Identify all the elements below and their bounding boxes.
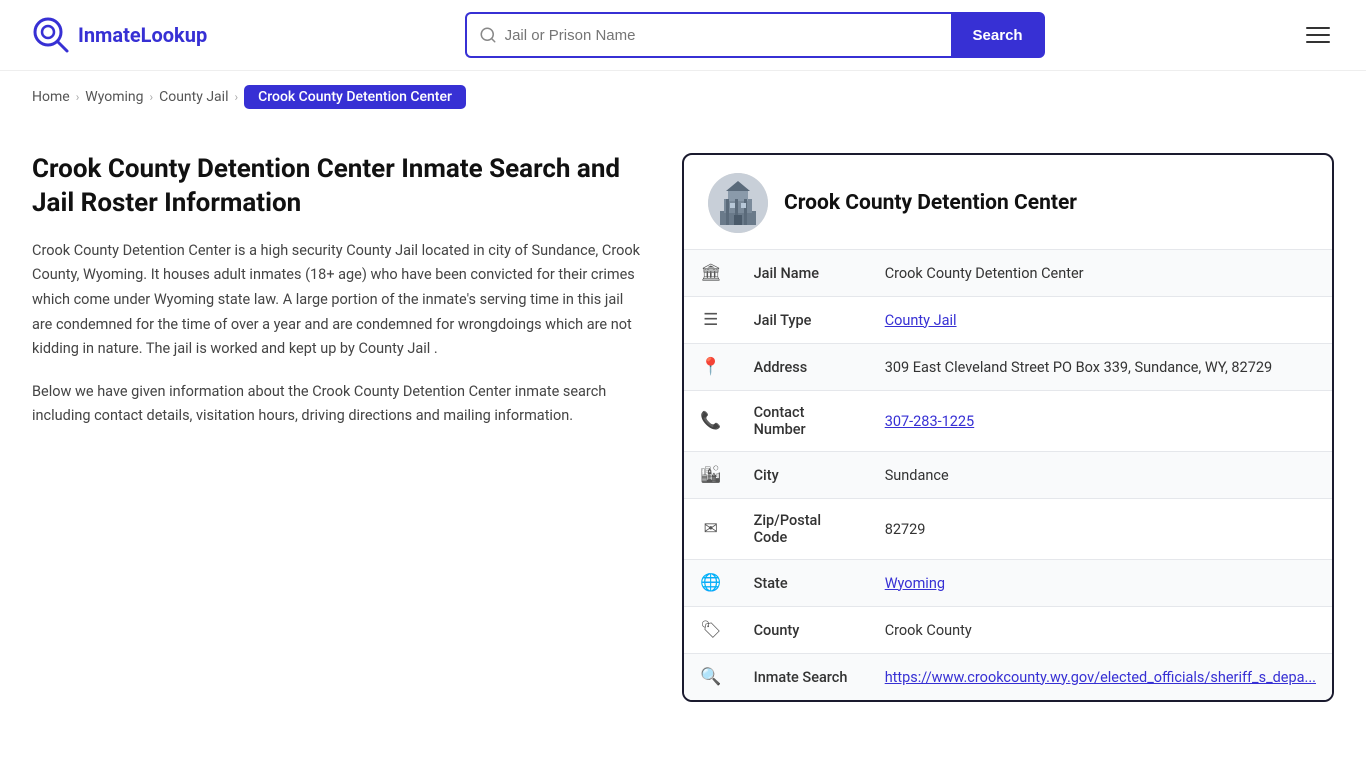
- row-value: Crook County Detention Center: [869, 250, 1332, 297]
- breadcrumb-chevron-3: ›: [234, 90, 238, 104]
- table-row: 🏛Jail NameCrook County Detention Center: [684, 250, 1332, 297]
- row-label: Inmate Search: [738, 654, 869, 701]
- search-button[interactable]: Search: [951, 12, 1045, 58]
- breadcrumb-chevron-1: ›: [76, 90, 80, 104]
- breadcrumb-chevron-2: ›: [150, 90, 154, 104]
- table-row: 🏷CountyCrook County: [684, 607, 1332, 654]
- row-icon: ☰: [684, 297, 738, 344]
- row-link[interactable]: Wyoming: [885, 575, 945, 592]
- search-input[interactable]: [505, 27, 939, 44]
- row-link[interactable]: 307-283-1225: [885, 413, 975, 430]
- row-value[interactable]: https://www.crookcounty.wy.gov/elected_o…: [869, 654, 1332, 701]
- row-label: Contact Number: [738, 391, 869, 452]
- left-panel: Crook County Detention Center Inmate Sea…: [32, 153, 682, 702]
- header: InmateLookup Search: [0, 0, 1366, 71]
- row-label: County: [738, 607, 869, 654]
- breadcrumb-home[interactable]: Home: [32, 89, 70, 105]
- table-row: 🏙CitySundance: [684, 452, 1332, 499]
- card-title: Crook County Detention Center: [784, 191, 1077, 215]
- row-value[interactable]: Wyoming: [869, 560, 1332, 607]
- row-link[interactable]: County Jail: [885, 312, 957, 329]
- row-link[interactable]: https://www.crookcounty.wy.gov/elected_o…: [885, 669, 1316, 686]
- row-value: 82729: [869, 499, 1332, 560]
- row-value: Crook County: [869, 607, 1332, 654]
- table-row: 🔍Inmate Search https://www.crookcounty.wy…: [684, 654, 1332, 701]
- search-input-wrap: [465, 12, 951, 58]
- row-icon: 🔍: [684, 654, 738, 701]
- table-row: 🌐State Wyoming: [684, 560, 1332, 607]
- breadcrumb-state[interactable]: Wyoming: [85, 89, 143, 105]
- page-title: Crook County Detention Center Inmate Sea…: [32, 153, 642, 221]
- logo-link[interactable]: InmateLookup: [32, 16, 207, 54]
- row-icon: 🏛: [684, 250, 738, 297]
- row-value: 309 East Cleveland Street PO Box 339, Su…: [869, 344, 1332, 391]
- logo-icon: [32, 16, 70, 54]
- table-row: 📞Contact Number 307-283-1225: [684, 391, 1332, 452]
- hamburger-line-2: [1306, 34, 1330, 36]
- table-row: ☰Jail Type County Jail: [684, 297, 1332, 344]
- row-icon: 🏷: [684, 607, 738, 654]
- facility-image: [708, 173, 768, 233]
- row-label: Jail Type: [738, 297, 869, 344]
- card-header: Crook County Detention Center: [684, 155, 1332, 250]
- logo-text: InmateLookup: [78, 23, 207, 47]
- breadcrumb-current: Crook County Detention Center: [244, 85, 466, 109]
- row-label: Address: [738, 344, 869, 391]
- row-icon: 🏙: [684, 452, 738, 499]
- info-card: Crook County Detention Center 🏛Jail Name…: [682, 153, 1334, 702]
- row-icon: 🌐: [684, 560, 738, 607]
- row-value[interactable]: 307-283-1225: [869, 391, 1332, 452]
- hamburger-line-1: [1306, 27, 1330, 29]
- row-label: Jail Name: [738, 250, 869, 297]
- row-label: City: [738, 452, 869, 499]
- info-table: 🏛Jail NameCrook County Detention Center☰…: [684, 250, 1332, 700]
- breadcrumb-type[interactable]: County Jail: [159, 89, 228, 105]
- row-icon: ✉: [684, 499, 738, 560]
- breadcrumb: Home › Wyoming › County Jail › Crook Cou…: [0, 71, 1366, 123]
- row-label: State: [738, 560, 869, 607]
- search-bar: Search: [465, 12, 1045, 58]
- main-content: Crook County Detention Center Inmate Sea…: [0, 123, 1366, 732]
- row-icon: 📍: [684, 344, 738, 391]
- hamburger-line-3: [1306, 41, 1330, 43]
- hamburger-menu[interactable]: [1302, 23, 1334, 47]
- page-desc-1: Crook County Detention Center is a high …: [32, 239, 642, 362]
- search-icon: [479, 26, 497, 44]
- page-desc-2: Below we have given information about th…: [32, 380, 642, 429]
- facility-building-icon: [708, 173, 768, 233]
- row-value[interactable]: County Jail: [869, 297, 1332, 344]
- table-row: ✉Zip/Postal Code82729: [684, 499, 1332, 560]
- row-icon: 📞: [684, 391, 738, 452]
- row-label: Zip/Postal Code: [738, 499, 869, 560]
- table-row: 📍Address309 East Cleveland Street PO Box…: [684, 344, 1332, 391]
- row-value: Sundance: [869, 452, 1332, 499]
